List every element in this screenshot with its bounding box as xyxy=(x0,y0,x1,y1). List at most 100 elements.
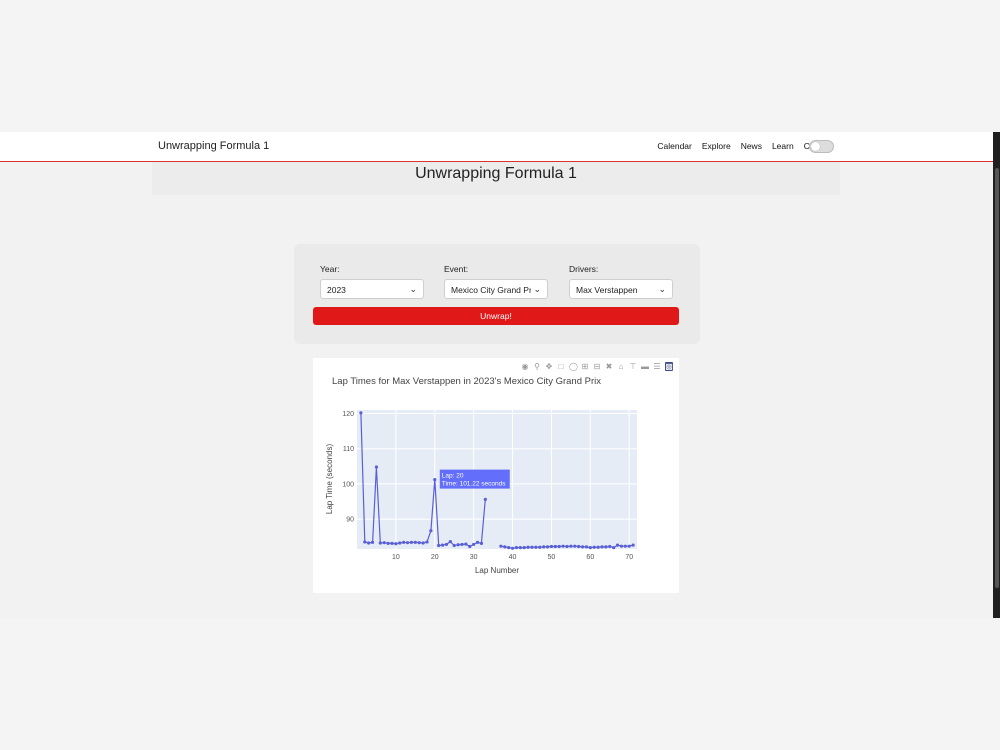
data-point xyxy=(409,540,414,544)
data-point xyxy=(600,545,604,549)
drivers-select[interactable]: Max Verstappen ⌄ xyxy=(569,279,673,299)
data-point xyxy=(425,540,429,544)
data-point xyxy=(526,545,530,549)
data-point xyxy=(604,545,608,549)
chart-title: Lap Times for Max Verstappen in 2023's M… xyxy=(332,376,601,387)
data-point xyxy=(518,545,522,550)
data-point xyxy=(417,541,421,545)
nav-links: Calendar Explore News Learn Contact xyxy=(657,141,833,151)
event-select[interactable]: Mexico City Grand Prix ⌄ xyxy=(444,279,548,299)
theme-toggle[interactable] xyxy=(809,140,834,153)
data-point xyxy=(569,544,573,548)
year-value: 2023 xyxy=(327,285,346,295)
chart-card: ◉ ⚲ ✥ □ ◯ ⊞ ⊟ ✖ ⌂ ⊤ ▬ ☰ ▩ Lap Times for … xyxy=(313,358,679,593)
data-point xyxy=(452,543,456,548)
nav-link-calendar[interactable]: Calendar xyxy=(657,141,692,151)
data-point xyxy=(565,544,569,549)
scrollbar-thumb[interactable] xyxy=(995,168,999,588)
x-tick-label: 70 xyxy=(625,554,633,561)
data-point xyxy=(507,545,511,550)
data-point xyxy=(475,540,480,544)
data-point xyxy=(557,544,561,549)
data-point xyxy=(402,540,406,544)
data-point xyxy=(374,465,379,469)
data-point xyxy=(510,546,515,550)
data-point xyxy=(549,544,554,549)
data-point xyxy=(612,545,616,550)
data-point xyxy=(580,545,585,549)
data-point xyxy=(359,411,363,415)
tooltip-time: Time: 101.22 seconds xyxy=(442,481,506,488)
data-point xyxy=(615,543,620,547)
data-point xyxy=(413,540,417,544)
data-point xyxy=(623,544,627,548)
nav-link-explore[interactable]: Explore xyxy=(702,141,731,151)
data-point xyxy=(577,544,581,549)
data-point xyxy=(483,497,487,501)
y-axis-label: Lap Time (seconds) xyxy=(325,444,334,515)
data-point xyxy=(363,540,367,544)
brand-link[interactable]: Unwrapping Formula 1 xyxy=(158,140,269,152)
tooltip-lap: Lap: 20 xyxy=(442,473,464,480)
data-point xyxy=(503,545,507,549)
data-point xyxy=(545,545,550,549)
data-point xyxy=(460,542,464,547)
chevron-down-icon: ⌄ xyxy=(533,284,541,294)
data-point xyxy=(378,541,382,545)
y-tick-label: 100 xyxy=(342,481,354,488)
lap-time-chart: Lap Times for Max Verstappen in 2023's M… xyxy=(325,376,637,575)
data-point xyxy=(440,543,445,547)
data-point xyxy=(370,540,375,544)
navbar: Unwrapping Formula 1 Calendar Explore Ne… xyxy=(0,132,993,162)
data-point xyxy=(382,541,386,545)
data-point xyxy=(584,545,589,549)
data-point xyxy=(429,529,433,533)
data-point xyxy=(530,545,534,549)
data-point xyxy=(479,541,484,545)
data-point xyxy=(464,542,468,546)
title-banner: Unwrapping Formula 1 xyxy=(152,162,840,195)
drivers-label: Drivers: xyxy=(569,264,599,274)
data-point xyxy=(444,542,449,547)
data-point xyxy=(448,540,452,544)
drivers-value: Max Verstappen xyxy=(576,285,638,295)
data-point xyxy=(394,542,398,546)
x-axis-label: Lap Number xyxy=(475,566,519,575)
data-point xyxy=(522,545,526,550)
data-point xyxy=(398,541,402,545)
x-tick-label: 10 xyxy=(392,554,400,561)
data-point xyxy=(405,541,410,545)
page-title: Unwrapping Formula 1 xyxy=(415,165,577,182)
data-point xyxy=(421,541,425,545)
data-point xyxy=(367,541,371,545)
selection-form: Year: 2023 ⌄ Event: Mexico City Grand Pr… xyxy=(294,244,700,344)
hover-tooltip: Lap: 20 Time: 101.22 seconds xyxy=(439,469,510,489)
x-tick-label: 30 xyxy=(470,554,478,561)
x-tick-label: 20 xyxy=(431,554,439,561)
data-point xyxy=(499,544,503,548)
data-point xyxy=(386,541,390,545)
data-point xyxy=(514,545,519,550)
data-point xyxy=(561,544,565,548)
chevron-down-icon: ⌄ xyxy=(409,284,417,294)
data-point xyxy=(619,544,624,548)
year-label: Year: xyxy=(320,264,340,274)
nav-link-learn[interactable]: Learn xyxy=(772,141,794,151)
data-point xyxy=(437,543,441,548)
y-tick-label: 90 xyxy=(346,517,354,524)
data-point xyxy=(608,544,612,549)
event-label: Event: xyxy=(444,264,469,274)
data-point xyxy=(553,544,557,549)
data-point xyxy=(573,544,577,548)
data-point xyxy=(592,545,596,549)
data-point xyxy=(472,542,476,547)
data-point xyxy=(534,545,538,549)
year-select[interactable]: 2023 ⌄ xyxy=(320,279,424,299)
chevron-down-icon: ⌄ xyxy=(658,284,666,294)
unwrap-button[interactable]: Unwrap! xyxy=(313,307,679,325)
x-tick-label: 60 xyxy=(586,554,594,561)
data-point xyxy=(631,543,635,547)
nav-link-news[interactable]: News xyxy=(741,141,762,151)
x-tick-label: 50 xyxy=(548,554,556,561)
toggle-knob xyxy=(811,142,820,151)
